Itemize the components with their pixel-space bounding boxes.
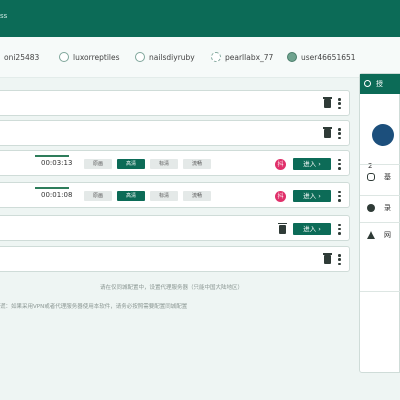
user-name: nailsdiyruby (149, 52, 195, 62)
user-tab[interactable]: pearllabx_77 (211, 52, 273, 62)
network-icon (367, 231, 375, 239)
stream-row: 00:01:08 原画 高清 标清 流畅 抖 进入 › (0, 182, 350, 208)
avatar (372, 124, 394, 146)
sidebar-item-record[interactable]: 录 (360, 195, 400, 220)
enter-button[interactable]: 进入 › (293, 158, 331, 170)
app-header: ss (0, 0, 400, 37)
progress-line (35, 187, 69, 189)
douyin-platform-icon: 抖 (275, 158, 286, 170)
more-options-icon[interactable] (338, 98, 341, 109)
user-tab[interactable]: nailsdiyruby (135, 52, 195, 62)
sidebar-item-label: 录 (384, 204, 391, 212)
note-line: 请在仅同城配置中，设置代理服务器（只能中国大陆地区） (100, 285, 244, 291)
user-tab[interactable]: oni25483 (0, 52, 39, 62)
user-avatar-icon (287, 52, 297, 62)
more-options-icon[interactable] (338, 190, 341, 202)
enter-button[interactable]: 进入 › (293, 223, 331, 235)
stream-timer: 00:01:08 (41, 191, 73, 199)
more-options-icon[interactable] (338, 128, 341, 139)
sidebar-header-label: 授 (376, 80, 383, 88)
quality-option[interactable]: 标清 (150, 191, 178, 201)
more-options-icon[interactable] (338, 223, 341, 235)
stream-row: 进入 › (0, 215, 350, 241)
quality-option[interactable]: 流畅 (183, 191, 211, 201)
quality-option[interactable]: 原画 (84, 191, 112, 201)
stream-list: 00:03:13 原画 高清 标清 流畅 抖 进入 › 00:01:08 原画 … (0, 84, 350, 314)
user-avatar-icon (211, 52, 221, 62)
user-name: user46651651 (301, 52, 356, 62)
user-name: oni25483 (4, 52, 40, 62)
user-avatar-icon (135, 52, 145, 62)
header-title-fragment: ss (0, 12, 8, 20)
trash-icon[interactable] (278, 222, 287, 234)
stream-timer: 00:03:13 (41, 159, 73, 167)
enter-button[interactable]: 进入 › (293, 190, 331, 202)
quality-option-selected[interactable]: 高清 (117, 191, 145, 201)
stream-row: 00:03:13 原画 高清 标清 流畅 抖 进入 › (0, 150, 350, 176)
sidebar-header[interactable]: 授 (360, 74, 400, 94)
user-tab[interactable]: user46651651 (287, 52, 356, 62)
record-icon (367, 204, 375, 212)
right-sidebar: 授 2 基 录 网 (359, 73, 400, 373)
user-name: pearllabx_77 (225, 52, 274, 62)
note-line: 谎：如果采用VPN或者代理服务器使用本软件，请务必按照需要配置同城配置 (0, 304, 188, 310)
quality-selector: 原画 高清 标清 流畅 (84, 191, 211, 201)
douyin-platform-icon: 抖 (275, 190, 286, 202)
stream-row (0, 90, 350, 116)
sidebar-item-network[interactable]: 网 (360, 222, 400, 247)
sidebar-item-label: 网 (384, 231, 391, 239)
sidebar-item-label: 基 (384, 173, 391, 181)
user-tabs-bar: oni25483 luxorreptiles nailsdiyruby pear… (0, 37, 400, 78)
quality-option-selected[interactable]: 高清 (117, 159, 145, 169)
stream-row (0, 246, 350, 272)
auth-icon (364, 80, 371, 87)
more-options-icon[interactable] (338, 254, 341, 265)
quality-selector: 原画 高清 标清 流畅 (84, 159, 211, 169)
sidebar-item-basic[interactable]: 基 (360, 164, 400, 189)
progress-line (35, 155, 69, 157)
more-options-icon[interactable] (338, 158, 341, 170)
user-avatar-icon (59, 52, 69, 62)
trash-icon[interactable] (323, 127, 332, 138)
trash-icon[interactable] (323, 253, 332, 264)
quality-option[interactable]: 原画 (84, 159, 112, 169)
divider (360, 291, 400, 292)
user-tab[interactable]: luxorreptiles (59, 52, 120, 62)
quality-option[interactable]: 流畅 (183, 159, 211, 169)
trash-icon[interactable] (323, 97, 332, 108)
stream-row (0, 120, 350, 146)
quality-option[interactable]: 标清 (150, 159, 178, 169)
user-name: luxorreptiles (73, 52, 120, 62)
database-icon (367, 173, 375, 181)
